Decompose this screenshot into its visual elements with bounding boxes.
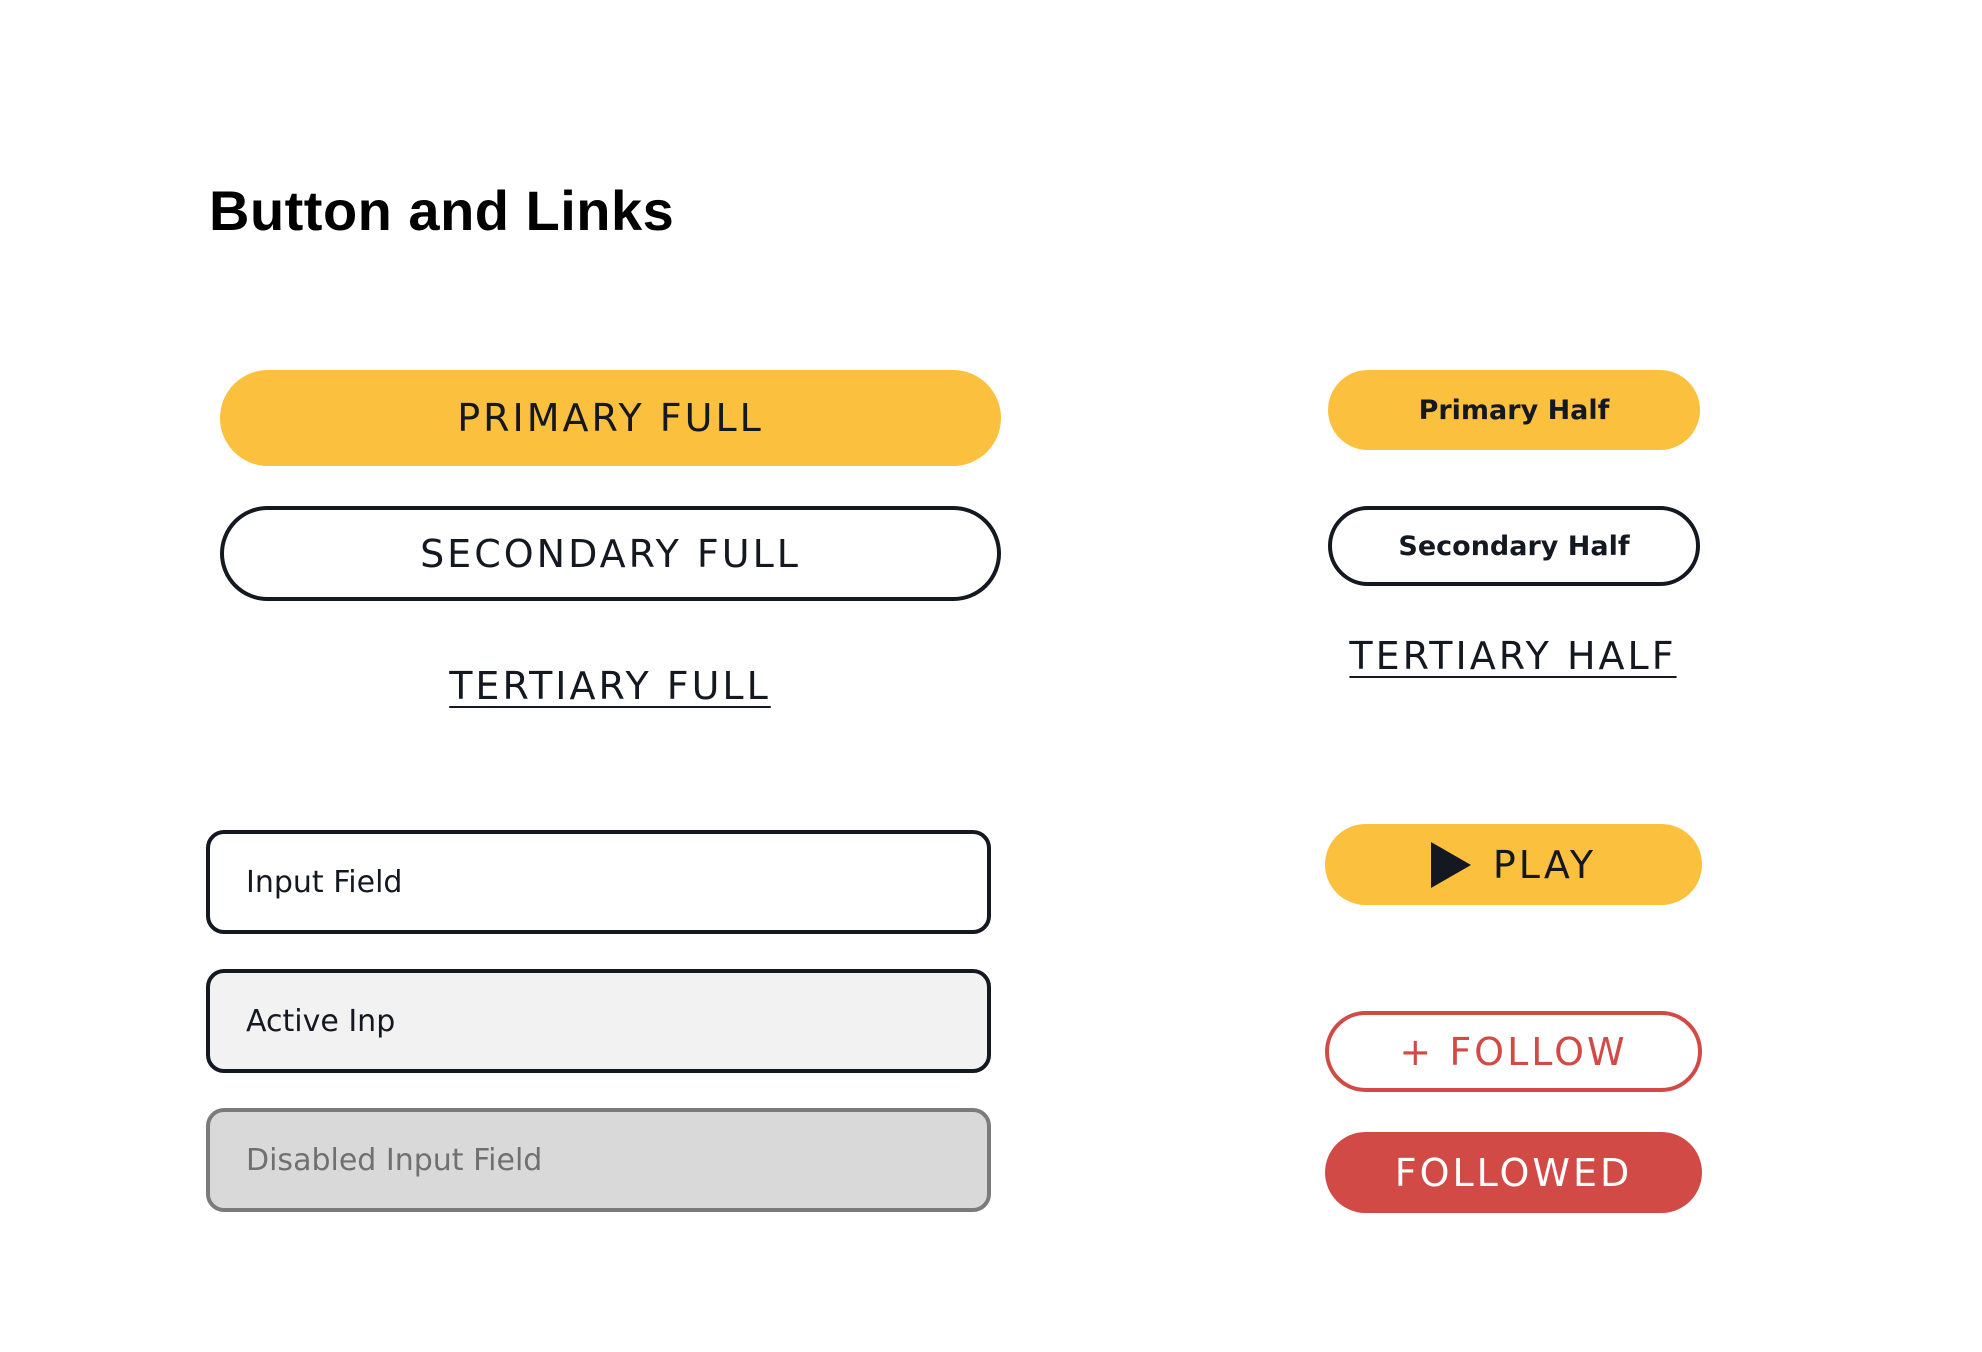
- secondary-half-button[interactable]: Secondary Half: [1328, 506, 1700, 586]
- follow-label: + FOLLOW: [1399, 1029, 1628, 1074]
- tertiary-half-link[interactable]: TERTIARY HALF: [1349, 634, 1676, 678]
- primary-half-label: Primary Half: [1418, 394, 1610, 426]
- active-input-field[interactable]: Active Inp: [206, 969, 991, 1073]
- page-title: Button and Links: [209, 179, 675, 242]
- primary-full-button[interactable]: PRIMARY FULL: [220, 370, 1001, 466]
- input-field[interactable]: Input Field: [206, 830, 991, 934]
- input-field-placeholder: Input Field: [246, 864, 403, 900]
- disabled-input-placeholder: Disabled Input Field: [246, 1142, 543, 1178]
- followed-label: FOLLOWED: [1394, 1150, 1633, 1195]
- play-label: PLAY: [1492, 842, 1597, 887]
- primary-full-label: PRIMARY FULL: [457, 396, 764, 440]
- tertiary-full-link[interactable]: TERTIARY FULL: [449, 664, 771, 708]
- secondary-full-button[interactable]: SECONDARY FULL: [220, 506, 1001, 601]
- secondary-full-label: SECONDARY FULL: [420, 531, 801, 576]
- disabled-input-field: Disabled Input Field: [206, 1108, 991, 1212]
- play-button[interactable]: PLAY: [1325, 824, 1702, 905]
- followed-button[interactable]: FOLLOWED: [1325, 1132, 1702, 1213]
- secondary-half-label: Secondary Half: [1398, 530, 1630, 562]
- play-icon: [1430, 841, 1471, 888]
- active-input-value: Active Inp: [246, 1003, 396, 1039]
- follow-button[interactable]: + FOLLOW: [1325, 1011, 1702, 1092]
- primary-half-button[interactable]: Primary Half: [1328, 370, 1700, 450]
